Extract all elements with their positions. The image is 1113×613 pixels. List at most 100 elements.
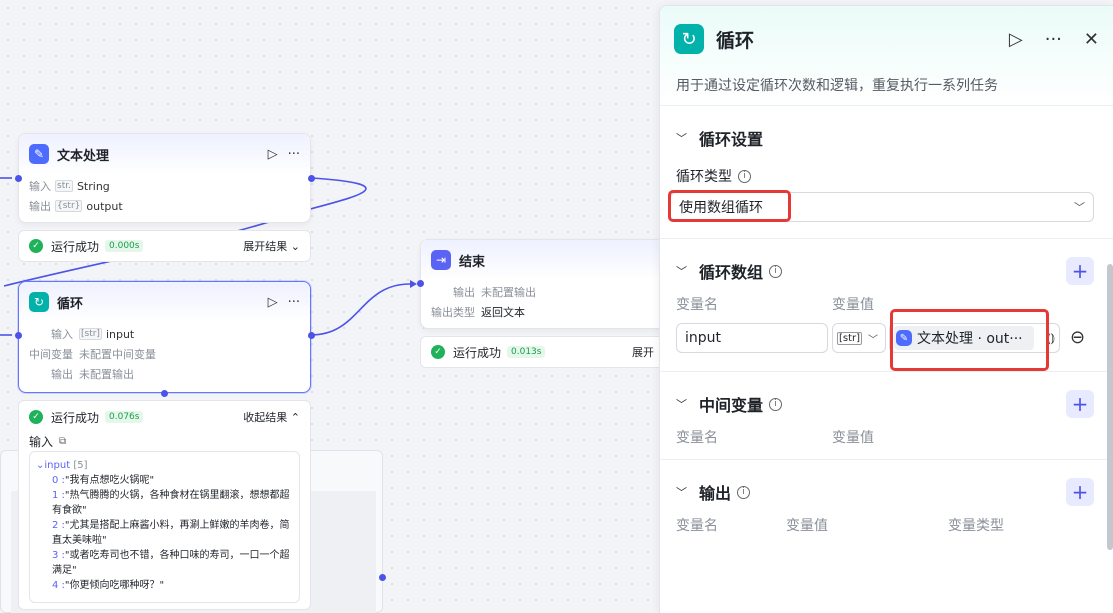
- collapse-result-button[interactable]: 收起结果 ⌃: [243, 409, 300, 425]
- section-loop-array: ﹀ 循环数组 i + 变量名 变量值 input [str] ﹀ ✎ 文本处理 …: [660, 239, 1113, 372]
- json-index: 0 :: [52, 475, 65, 486]
- section-title: 循环设置: [699, 130, 764, 149]
- json-value: "尤其是搭配上麻酱小料，再涮上鲜嫩的羊肉卷，简直太美味啦": [52, 520, 290, 546]
- section-toggle[interactable]: ﹀ 中间变量 i: [676, 392, 783, 416]
- section-toggle[interactable]: ﹀ 循环数组 i: [676, 259, 783, 283]
- highlight-box: [668, 190, 791, 222]
- close-icon[interactable]: ✕: [1084, 29, 1099, 50]
- detail-title: 输入: [29, 435, 54, 449]
- column-label: 变量值: [832, 297, 874, 313]
- input-label: 输入: [51, 328, 73, 341]
- add-output-button[interactable]: +: [1066, 478, 1094, 506]
- json-value: "你更倾向吃哪种呀？": [64, 580, 165, 591]
- json-item: 0 :"我有点想吃火锅呢": [52, 473, 293, 488]
- remove-circle-icon[interactable]: ⊖: [1070, 327, 1085, 348]
- loop-result-panel: ✓ 运行成功 0.076s 收起结果 ⌃ 输入 ⧉ ⌄input [5] 0 :…: [18, 400, 311, 610]
- success-icon: ✓: [431, 345, 445, 359]
- output-value: output: [86, 199, 123, 213]
- success-icon: ✓: [29, 410, 43, 424]
- json-item: 3 :"或者吃寿司也不错，各种口味的寿司，一口一个超满足": [52, 548, 293, 578]
- output-type-label: 输出类型: [431, 306, 475, 319]
- node-end[interactable]: ⇥ 结束 输出 未配置输出 输出类型 返回文本: [420, 239, 665, 329]
- var-name-value: input: [685, 330, 722, 346]
- json-index: 4 :: [52, 580, 65, 591]
- panel-description: 用于通过设定循环次数和逻辑，重复执行一系列任务: [676, 78, 998, 94]
- status-text: 运行成功: [51, 239, 100, 254]
- add-array-button[interactable]: +: [1066, 257, 1094, 285]
- node-title: 结束: [459, 254, 486, 270]
- loop-type-label: 循环类型: [676, 169, 732, 185]
- run-icon[interactable]: ▷: [1009, 29, 1023, 50]
- node-title: 循环: [57, 296, 84, 312]
- run-icon[interactable]: ▷: [268, 147, 278, 162]
- section-mid-vars: ﹀ 中间变量 i + 变量名 变量值: [660, 372, 1113, 460]
- body-port[interactable]: [161, 390, 168, 397]
- json-item: 4 :"你更倾向吃哪种呀？": [52, 578, 293, 593]
- json-index: 3 :: [52, 550, 65, 561]
- expand-result-button[interactable]: 展开: [632, 344, 654, 360]
- port[interactable]: [379, 574, 386, 581]
- column-label: 变量值: [832, 430, 874, 446]
- time-badge: 0.000s: [105, 240, 144, 252]
- mid-label: 中间变量: [29, 348, 73, 361]
- copy-icon[interactable]: ⧉: [59, 436, 66, 447]
- status-text: 运行成功: [453, 345, 502, 360]
- output-port[interactable]: [308, 332, 315, 339]
- success-icon: ✓: [29, 239, 43, 253]
- more-icon[interactable]: ···: [288, 147, 300, 162]
- info-icon[interactable]: i: [769, 264, 783, 278]
- chevron-down-icon: ﹀: [676, 132, 687, 145]
- input-port[interactable]: [15, 175, 22, 182]
- loop-icon: ↻: [674, 24, 704, 54]
- json-value: "热气腾腾的火锅，各种食材在锅里翻滚，想想都超有食欲": [52, 490, 290, 516]
- highlight-box: [890, 309, 1049, 371]
- type-tag: {str}: [55, 200, 83, 212]
- node-text-process[interactable]: ✎ 文本处理 ▷ ··· 输入 str. String 输出 {str} outpu…: [18, 133, 311, 223]
- expand-result-button[interactable]: 展开结果 ⌄: [243, 238, 300, 254]
- section-output: ﹀ 输出 i + 变量名 变量值 变量类型: [660, 460, 1113, 613]
- var-type-select[interactable]: [str] ﹀: [832, 323, 886, 353]
- info-icon[interactable]: i: [738, 169, 751, 183]
- var-type-tag: [str]: [837, 331, 863, 345]
- add-mid-var-button[interactable]: +: [1066, 390, 1094, 418]
- more-icon[interactable]: ···: [288, 295, 300, 310]
- section-toggle[interactable]: ﹀ 输出 i: [676, 480, 751, 504]
- node-loop[interactable]: ↻ 循环 ▷ ··· 输入 [str] input 中间变量 未配置中间变量 输出…: [18, 281, 311, 393]
- time-badge: 0.076s: [105, 411, 144, 423]
- output-type-value: 返回文本: [481, 306, 525, 319]
- json-index: 2 :: [52, 520, 65, 531]
- input-port[interactable]: [417, 280, 424, 287]
- type-tag: str.: [55, 180, 73, 192]
- json-item: 2 :"尤其是搭配上麻酱小料，再涮上鲜嫩的羊肉卷，简直太美味啦": [52, 518, 293, 548]
- json-count: [5]: [73, 460, 88, 471]
- info-icon[interactable]: i: [737, 485, 751, 499]
- json-item: 1 :"热气腾腾的火锅，各种食材在锅里翻滚，想想都超有食欲": [52, 488, 293, 518]
- input-value: String: [76, 179, 110, 193]
- panel-scrollbar[interactable]: [1107, 264, 1113, 550]
- output-label: 输出: [29, 200, 51, 213]
- input-json-view: ⌄input [5] 0 :"我有点想吃火锅呢" 1 :"热气腾腾的火锅，各种食材…: [29, 451, 300, 603]
- mid-value: 未配置中间变量: [79, 348, 156, 361]
- json-index: 1 :: [52, 490, 65, 501]
- output-port[interactable]: [308, 175, 315, 182]
- section-title: 循环数组: [699, 263, 764, 282]
- column-label: 变量名: [676, 297, 718, 313]
- edge-loop-to-end: [310, 283, 411, 336]
- run-icon[interactable]: ▷: [268, 295, 278, 310]
- more-icon[interactable]: ···: [1045, 29, 1062, 50]
- input-port[interactable]: [15, 332, 22, 339]
- info-icon[interactable]: i: [769, 397, 783, 411]
- column-label: 变量值: [786, 518, 828, 534]
- output-label: 输出: [51, 368, 73, 381]
- end-icon: ⇥: [431, 250, 451, 270]
- chevron-down-icon: ﹀: [1074, 201, 1085, 214]
- section-toggle[interactable]: ﹀ 循环设置: [676, 126, 763, 150]
- var-name-input[interactable]: input: [676, 323, 828, 353]
- column-label: 变量名: [676, 518, 718, 534]
- output-value: 未配置输出: [481, 286, 536, 299]
- section-title: 中间变量: [699, 396, 764, 415]
- text-process-icon: ✎: [29, 144, 49, 164]
- status-text: 运行成功: [51, 410, 100, 425]
- chevron-down-icon: ﹀: [868, 334, 879, 346]
- loop-icon: ↻: [29, 292, 49, 312]
